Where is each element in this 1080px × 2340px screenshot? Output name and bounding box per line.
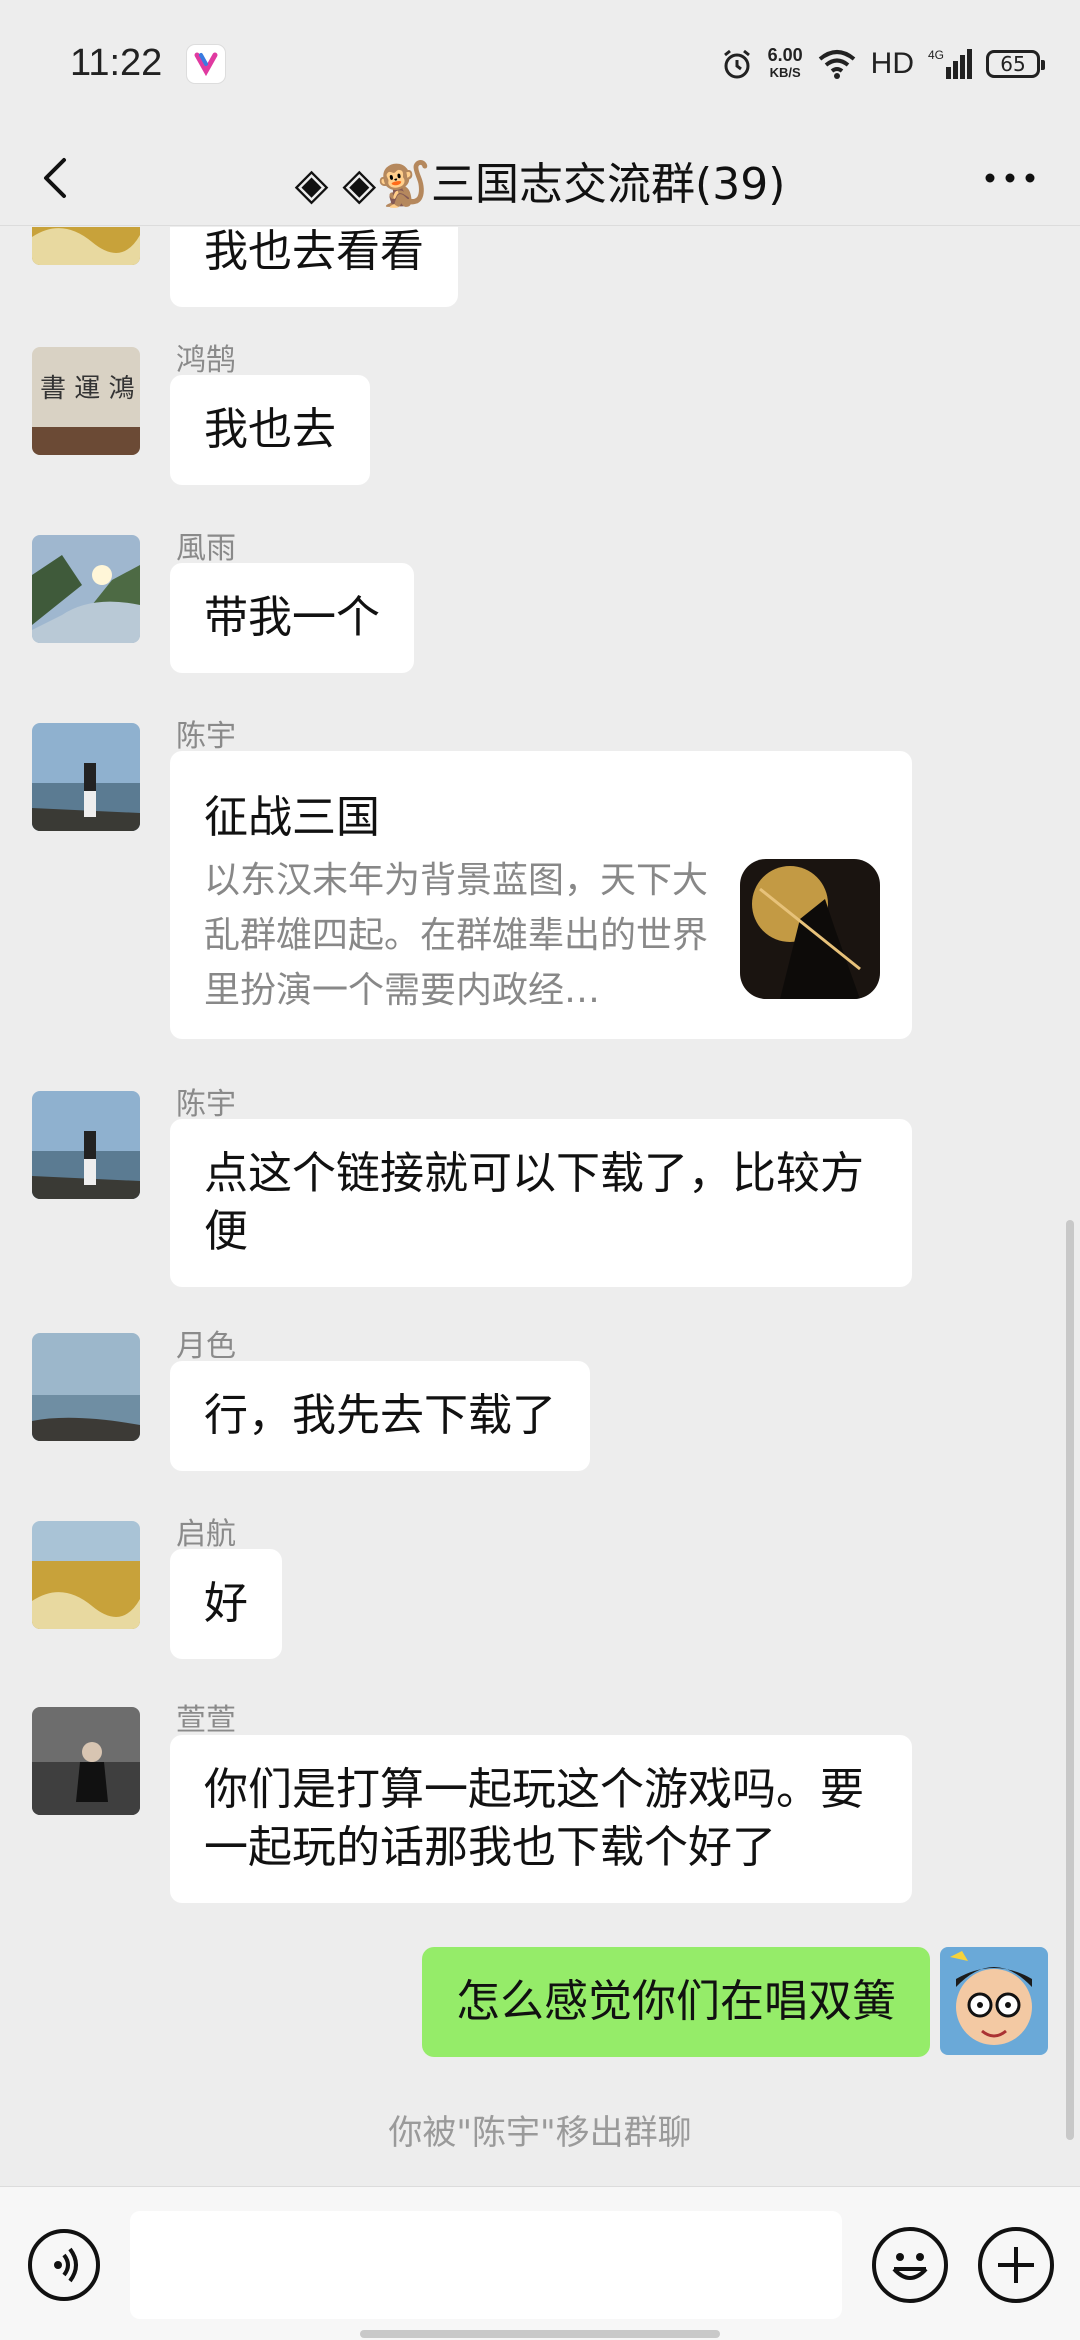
status-icons: 6.00 KB/S HD 4G 65 [720,42,1045,86]
message-bubble[interactable]: 怎么感觉你们在唱双簧 [422,1947,930,2057]
avatar[interactable] [32,1333,140,1441]
youyu-app-icon [186,44,226,84]
system-notice: 你被"陈宇"移出群聊 [388,2113,692,2153]
scrollbar[interactable] [1066,1220,1074,2140]
message-bubble[interactable]: 行，我先去下载了 [170,1361,590,1471]
sender-name: 启航 [176,1517,236,1552]
voice-input-button[interactable] [28,2229,100,2301]
input-bar [0,2186,1080,2340]
avatar[interactable] [32,1707,140,1815]
more-options-icon[interactable] [980,158,1040,198]
sender-name: 鸿鹄 [176,343,236,378]
svg-text:書 運 鴻: 書 運 鴻 [40,374,135,404]
sender-name: 風雨 [176,531,236,566]
plus-icon [998,2247,1034,2283]
sender-name: 陈宇 [176,1087,236,1122]
link-card[interactable]: 征战三国 以东汉末年为背景蓝图，天下大乱群雄四起。在群雄辈出的世界里扮演一个需要… [170,751,912,1039]
smiley-icon [892,2253,928,2280]
card-description: 以东汉末年为背景蓝图，天下大乱群雄四起。在群雄辈出的世界里扮演一个需要内政经… [204,860,709,1011]
avatar[interactable] [32,1091,140,1199]
sender-name: 萱萱 [176,1703,236,1738]
svg-text:4G: 4G [928,48,944,62]
message-bubble[interactable]: 我也去 [170,375,370,485]
chat-header: ◈ ◈🐒三国志交流群(39) [0,130,1080,226]
sender-name: 月色 [176,1329,236,1364]
message-bubble[interactable]: 你们是打算一起玩这个游戏吗。要一起玩的话那我也下载个好了 [170,1735,912,1903]
emoji-button[interactable] [872,2227,948,2303]
hd-indicator: HD [870,47,914,80]
avatar[interactable] [32,535,140,643]
avatar[interactable]: 書 運 鴻 [32,347,140,455]
game-thumbnail [740,859,880,999]
group-title: ◈ ◈🐒三国志交流群(39) [294,159,786,210]
message-bubble[interactable]: 带我一个 [170,563,414,673]
card-title: 征战三国 [204,792,380,843]
message-input[interactable] [130,2211,842,2319]
network-speed: 6.00 KB/S [767,45,803,80]
message-bubble[interactable]: 点这个链接就可以下载了，比较方便 [170,1119,912,1287]
message-bubble[interactable]: 好 [170,1549,282,1659]
sender-name: 陈宇 [176,719,236,754]
voice-icon [54,2247,78,2283]
avatar[interactable] [32,1521,140,1629]
more-functions-button[interactable] [978,2227,1054,2303]
message-bubble[interactable]: 我也去看看 [170,227,458,307]
cellular-signal-icon: 4G [928,48,972,79]
status-bar: 11:22 6.00 KB/S HD 4G 65 [0,0,1080,130]
avatar[interactable] [32,723,140,831]
avatar[interactable] [32,227,140,265]
home-indicator[interactable] [360,2330,720,2338]
alarm-icon [723,49,750,79]
status-time: 11:22 [70,42,163,84]
wifi-icon [818,50,855,79]
my-avatar[interactable] [940,1947,1048,2055]
message-list[interactable]: 我也去看看 書 運 鴻 鸿鹄 我也去 風雨 带我一个 陈宇 征战三国 以东汉末年… [0,227,1080,2187]
battery-indicator: 65 [986,50,1045,78]
